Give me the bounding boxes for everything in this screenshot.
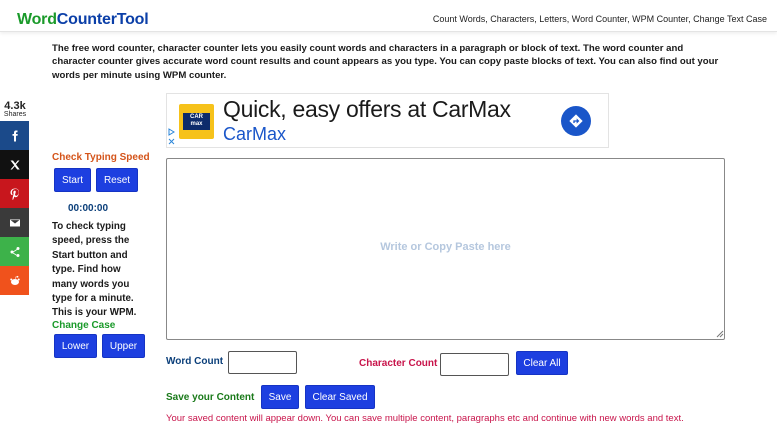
share-count: 4.3k Shares <box>0 100 30 118</box>
save-content-label: Save your Content <box>166 392 255 403</box>
adchoices-icon[interactable] <box>168 128 175 147</box>
share-facebook-button[interactable] <box>0 121 29 150</box>
logo-word: Word <box>17 11 57 28</box>
saved-content-note: Your saved content will appear down. You… <box>166 413 684 423</box>
lowercase-button[interactable]: Lower <box>54 334 97 358</box>
top-nav: Count Words, Characters, Letters, Word C… <box>433 14 767 24</box>
pinterest-icon <box>10 188 19 200</box>
carmax-logo-line2: max <box>190 121 203 127</box>
reddit-icon <box>9 275 20 285</box>
share-count-label: Shares <box>3 111 27 118</box>
word-count-field[interactable] <box>228 351 297 374</box>
share-pinterest-button[interactable] <box>0 179 29 208</box>
start-button[interactable]: Start <box>54 168 91 192</box>
email-icon <box>9 219 20 226</box>
x-icon <box>10 160 20 169</box>
clear-all-button[interactable]: Clear All <box>516 351 568 375</box>
character-count-field[interactable] <box>440 353 509 376</box>
top-bar: WordCounterTool Count Words, Characters,… <box>0 0 777 32</box>
resize-grip-icon[interactable] <box>716 330 724 338</box>
save-button[interactable]: Save <box>261 385 299 409</box>
carmax-logo: CAR max <box>179 104 214 139</box>
directions-arrow-icon[interactable] <box>561 106 591 136</box>
typing-help-text: To check typing speed, press the Start b… <box>52 221 137 319</box>
carmax-ad[interactable]: CAR max Quick, easy offers at CarMax Car… <box>166 93 609 148</box>
ad-brand[interactable]: CarMax <box>223 124 286 145</box>
ad-headline[interactable]: Quick, easy offers at CarMax <box>223 96 511 123</box>
share-email-button[interactable] <box>0 208 29 237</box>
facebook-icon <box>12 130 18 141</box>
share-generic-button[interactable] <box>0 237 29 266</box>
uppercase-button[interactable]: Upper <box>102 334 145 358</box>
word-count-label: Word Count <box>166 356 224 367</box>
site-logo[interactable]: WordCounterTool <box>17 11 149 29</box>
share-icon <box>10 246 19 257</box>
change-case-title: Change Case <box>52 320 116 331</box>
share-reddit-button[interactable] <box>0 266 29 295</box>
carmax-logo-line1: CAR <box>190 114 203 120</box>
text-input-area[interactable] <box>166 158 725 340</box>
carmax-logo-text: CAR max <box>183 113 210 130</box>
reset-button[interactable]: Reset <box>96 168 138 192</box>
clear-saved-button[interactable]: Clear Saved <box>305 385 375 409</box>
typing-speed-title: Check Typing Speed <box>52 152 150 163</box>
top-nav-link[interactable]: Count Words, Characters, Letters, Word C… <box>433 14 767 24</box>
character-count-label: Character Count <box>359 358 438 369</box>
typing-timer: 00:00:00 <box>68 203 109 214</box>
share-x-button[interactable] <box>0 150 29 179</box>
intro-text: The free word counter, character counter… <box>52 43 719 81</box>
logo-countertool: CounterTool <box>56 11 149 28</box>
